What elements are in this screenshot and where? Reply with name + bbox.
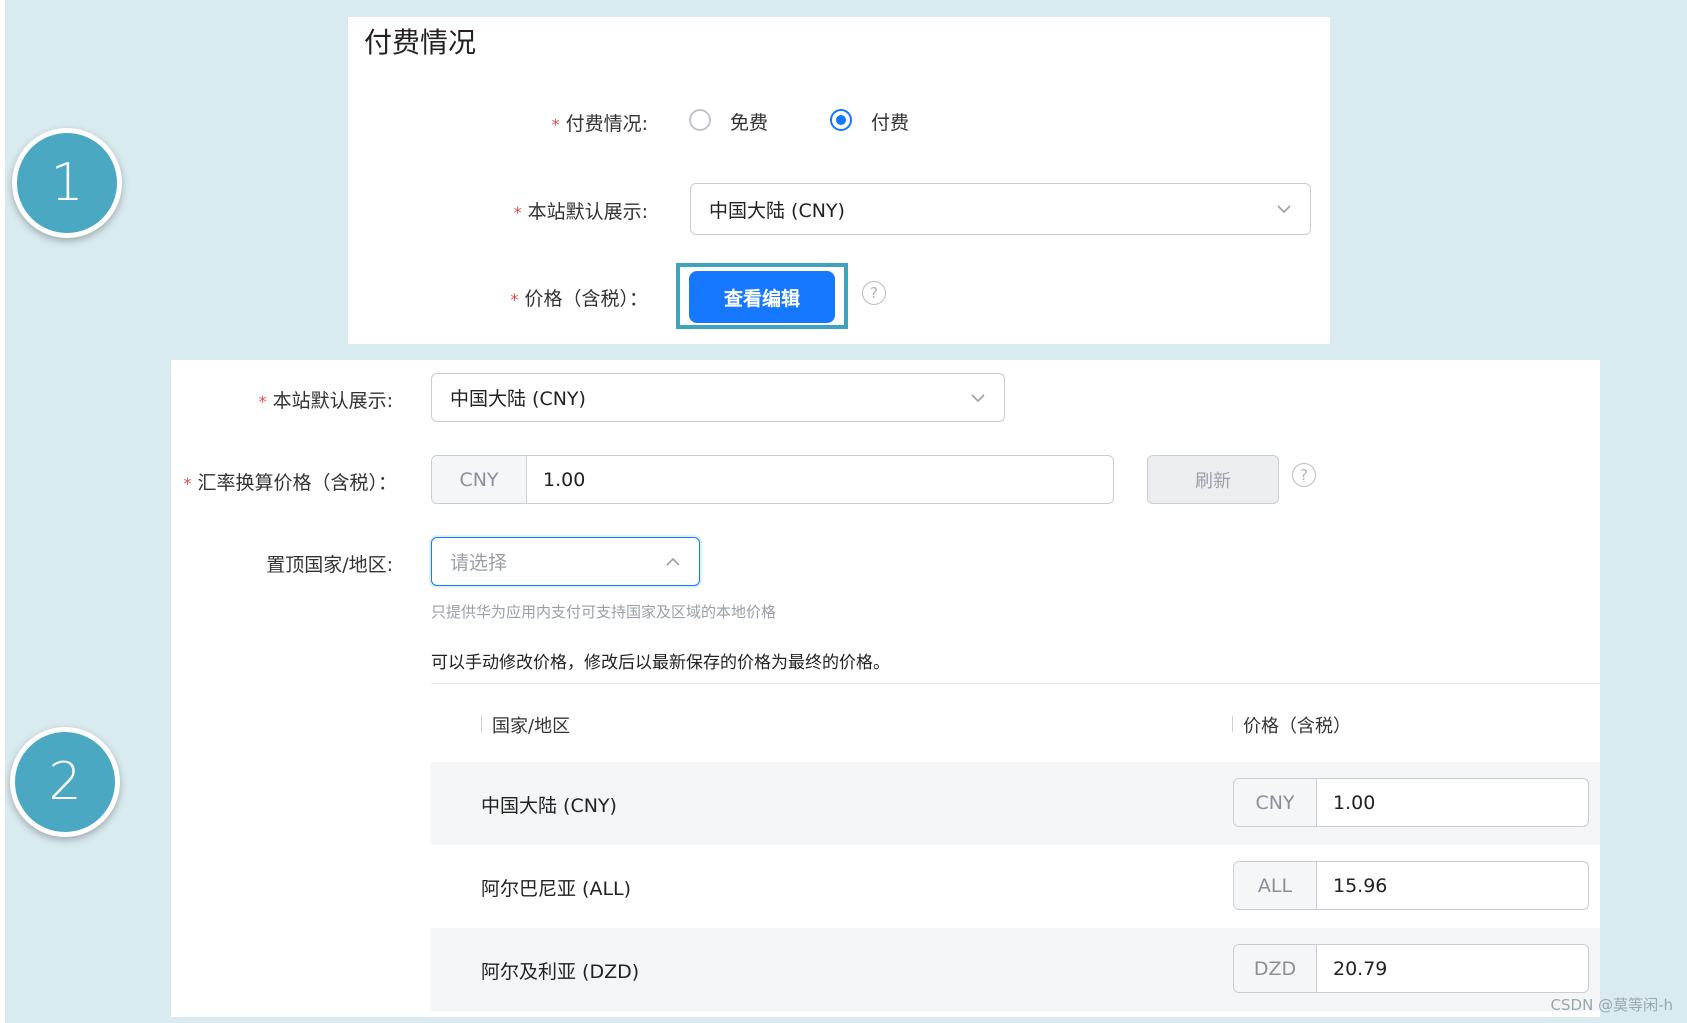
chevron-up-icon: [666, 557, 680, 566]
view-edit-button[interactable]: 查看编辑: [689, 271, 835, 323]
table-row: 中国大陆 (CNY) CNY 1.00: [431, 762, 1600, 845]
column-header-country: 国家/地区: [492, 716, 571, 737]
price-input-group: DZD 20.79: [1233, 944, 1589, 993]
default-display-label: * 本站默认展示:: [514, 197, 648, 224]
price-input-group: ALL 15.96: [1233, 861, 1589, 910]
default-display-select[interactable]: 中国大陆 (CNY): [690, 183, 1311, 235]
currency-addon: ALL: [1234, 862, 1317, 909]
left-strip: [0, 0, 5, 1023]
exchange-rate-label: * 汇率换算价格（含税）：: [183, 468, 397, 495]
required-asterisk: *: [513, 203, 522, 222]
price-input-group: CNY 1.00: [1233, 778, 1589, 827]
price-label-text: 价格（含税）：: [524, 288, 648, 310]
watermark: CSDN @莫等闲-h: [1550, 996, 1673, 1014]
price-input[interactable]: 15.96: [1317, 862, 1588, 909]
chevron-down-icon: [1277, 205, 1291, 214]
default-display-select-2[interactable]: 中国大陆 (CNY): [431, 373, 1005, 422]
required-asterisk: *: [551, 115, 560, 134]
required-asterisk: *: [258, 392, 267, 411]
step-badge-2: 2: [10, 727, 120, 837]
currency-addon: CNY: [432, 456, 527, 503]
default-display-label-text: 本站默认展示:: [527, 201, 648, 223]
price-label: * 价格（含税）：: [510, 284, 648, 311]
payment-status-label-text: 付费情况:: [565, 113, 648, 135]
table-row: 阿尔巴尼亚 (ALL) ALL 15.96: [431, 845, 1600, 928]
refresh-button[interactable]: 刷新: [1147, 455, 1279, 504]
table-top-divider: [431, 683, 1600, 684]
default-display-label-2-text: 本站默认展示:: [272, 390, 393, 412]
radio-paid[interactable]: [830, 109, 852, 131]
default-display-value-2: 中国大陆 (CNY): [450, 388, 586, 410]
help-icon[interactable]: ?: [1292, 463, 1316, 487]
help-icon[interactable]: ?: [862, 281, 886, 305]
price-input[interactable]: 20.79: [1317, 945, 1588, 992]
table-row: 阿尔及利亚 (DZD) DZD 20.79: [431, 928, 1600, 1011]
country-name: 阿尔巴尼亚 (ALL): [481, 878, 632, 900]
payment-panel: 付费情况 * 付费情况: 免费 付费 * 本站默认展示: 中国大陆 (CNY) * 价…: [348, 17, 1330, 344]
exchange-rate-input-group: CNY 1.00: [431, 455, 1114, 504]
exchange-rate-label-text: 汇率换算价格（含税）：: [197, 472, 397, 494]
exchange-rate-input[interactable]: 1.00: [527, 456, 1113, 503]
required-asterisk: *: [183, 474, 192, 493]
pin-country-hint: 只提供华为应用内支付可支持国家及区域的本地价格: [431, 603, 777, 621]
default-display-label-2: * 本站默认展示:: [259, 386, 393, 413]
currency-addon: DZD: [1234, 945, 1317, 992]
price-input[interactable]: 1.00: [1317, 779, 1588, 826]
chevron-down-icon: [971, 393, 985, 402]
step-badge-1: 1: [12, 128, 122, 238]
step-number: 2: [48, 752, 82, 812]
manual-edit-note: 可以手动修改价格，修改后以最新保存的价格为最终的价格。: [431, 653, 890, 673]
pin-country-placeholder: 请选择: [450, 552, 508, 574]
payment-status-label: * 付费情况:: [552, 109, 648, 136]
country-name: 阿尔及利亚 (DZD): [481, 961, 640, 983]
panel-title: 付费情况: [364, 26, 477, 59]
currency-addon: CNY: [1234, 779, 1317, 826]
column-header-price: 价格（含税）: [1243, 716, 1351, 737]
column-separator: [1232, 716, 1233, 732]
radio-free[interactable]: [689, 109, 711, 131]
column-separator: [481, 716, 482, 732]
required-asterisk: *: [510, 290, 519, 309]
pin-country-label: 置顶国家/地区:: [266, 554, 393, 576]
pin-country-select[interactable]: 请选择: [431, 537, 700, 586]
step-number: 1: [50, 153, 84, 213]
country-name: 中国大陆 (CNY): [481, 795, 617, 817]
radio-paid-label[interactable]: 付费: [871, 108, 909, 135]
default-display-value: 中国大陆 (CNY): [709, 199, 845, 222]
radio-free-label[interactable]: 免费: [730, 108, 768, 135]
